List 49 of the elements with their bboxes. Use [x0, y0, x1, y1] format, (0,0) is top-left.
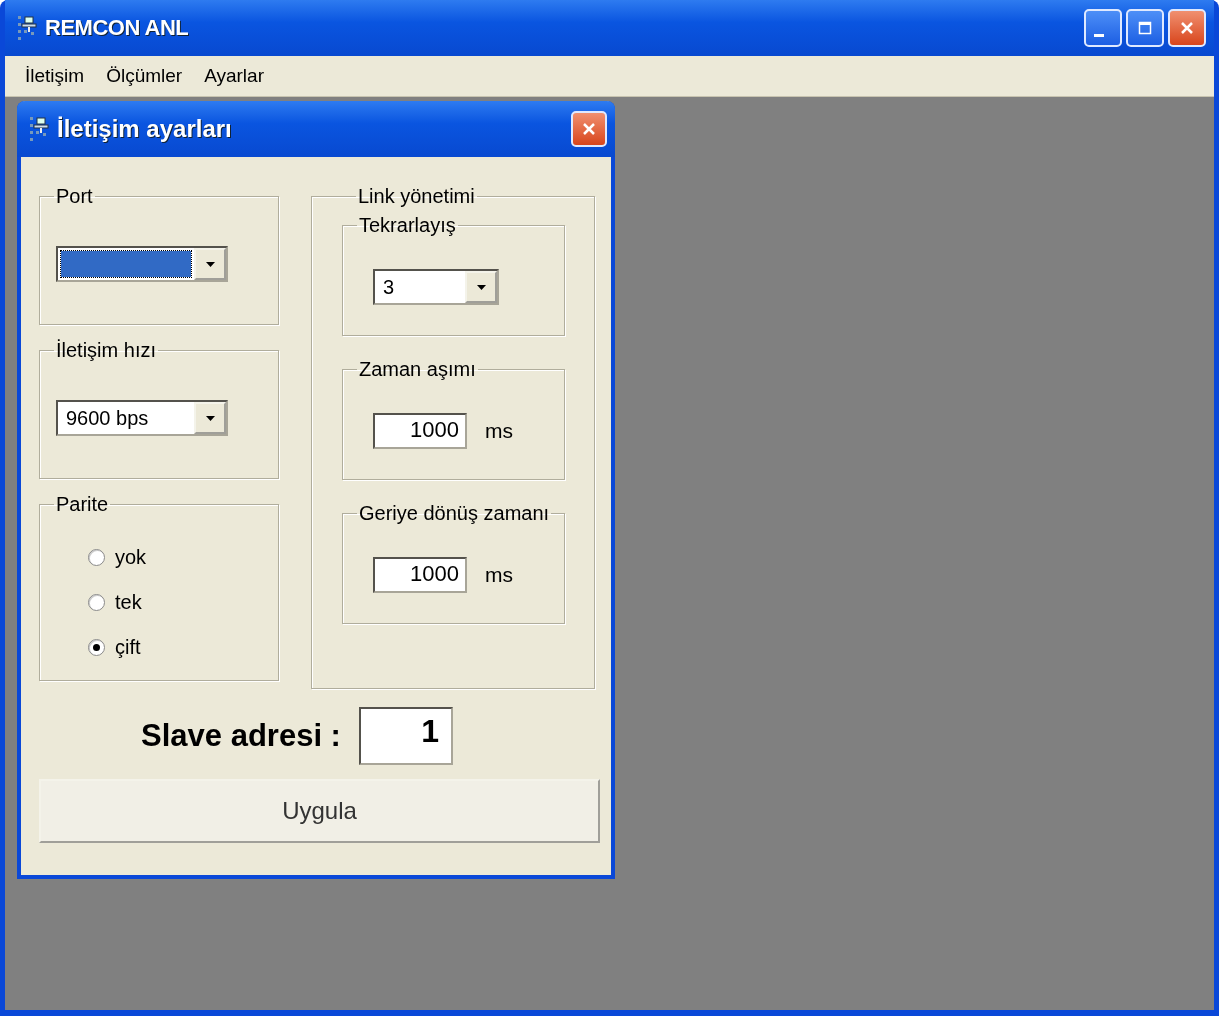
dropdown-arrow-icon: [476, 284, 486, 290]
radio-button[interactable]: [88, 549, 105, 566]
close-icon: [582, 122, 596, 136]
group-label: Link yönetimi: [357, 185, 476, 208]
number-field[interactable]: 1000: [373, 557, 467, 593]
radio-option[interactable]: tek: [88, 591, 278, 614]
group-label: Zaman aşımı: [358, 358, 477, 381]
field-label: Slave adresi :: [141, 718, 341, 754]
dropdown-button[interactable]: [465, 271, 497, 303]
menu-item[interactable]: Ölçümler: [106, 65, 183, 87]
number-field[interactable]: 1000: [373, 413, 467, 449]
dropdown[interactable]: [56, 246, 228, 282]
close-icon: [1180, 21, 1194, 35]
menu-item[interactable]: İletişim: [25, 65, 85, 87]
group-label: Tekrarlayış: [358, 214, 457, 237]
unit-label: ms: [485, 563, 513, 587]
radio-button[interactable]: [88, 594, 105, 611]
maximize-button[interactable]: [1126, 9, 1164, 47]
radio-label: yok: [115, 546, 147, 569]
network-icon: [29, 116, 51, 142]
close-button[interactable]: [571, 111, 607, 147]
dropdown[interactable]: 3: [373, 269, 499, 305]
dialog-title: İletişim ayarları: [57, 115, 233, 143]
minimize-button[interactable]: [1084, 9, 1122, 47]
dropdown-arrow-icon: [205, 415, 215, 421]
radio-option[interactable]: yok: [88, 546, 278, 569]
address-field[interactable]: 1: [358, 707, 453, 765]
radio-label: tek: [115, 591, 142, 614]
group-label: İletişim hızı: [55, 339, 158, 362]
dropdown-value: 9600 bps: [65, 405, 150, 431]
menu-item[interactable]: Ayarlar: [204, 65, 264, 87]
group-label: Port: [55, 185, 94, 208]
dropdown-arrow-icon: [205, 261, 215, 267]
group-label: Geriye dönüş zamanı: [358, 502, 551, 525]
radio-button[interactable]: [88, 639, 105, 656]
window-title: REMCON ANL: [45, 15, 190, 41]
apply-button[interactable]: Uygula: [39, 779, 600, 843]
network-icon: [17, 15, 39, 41]
dropdown[interactable]: 9600 bps: [56, 400, 228, 436]
radio-option[interactable]: çift: [88, 636, 278, 659]
dropdown-button[interactable]: [194, 248, 226, 280]
maximize-icon: [1138, 21, 1152, 35]
group-label: Parite: [55, 493, 110, 516]
dropdown-value: 3: [382, 274, 396, 300]
dropdown-button[interactable]: [194, 402, 226, 434]
unit-label: ms: [485, 419, 513, 443]
minimize-icon: [1094, 33, 1104, 37]
radio-label: çift: [115, 636, 141, 659]
close-button[interactable]: [1168, 9, 1206, 47]
